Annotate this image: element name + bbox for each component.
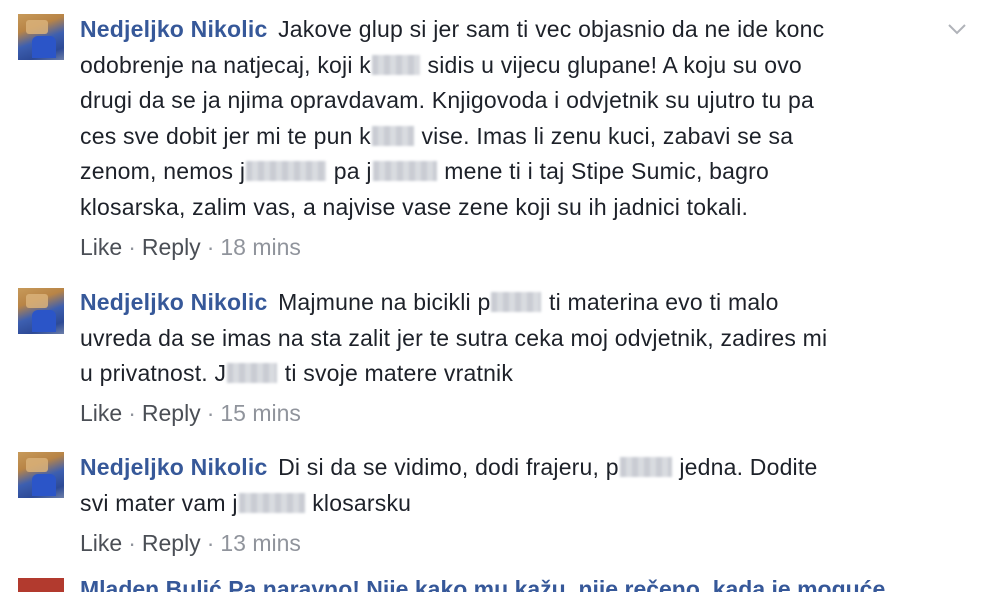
like-link[interactable]: Like xyxy=(80,400,122,426)
comment-timestamp[interactable]: 15 mins xyxy=(220,400,301,426)
comment-body: sidis u vijecu glupane! A koju su ovo xyxy=(427,51,802,78)
comment-body: ti svoje matere vratnik xyxy=(284,360,514,386)
redaction-blur xyxy=(491,292,542,312)
like-link[interactable]: Like xyxy=(80,530,122,556)
comment-timestamp[interactable]: 13 mins xyxy=(220,530,301,556)
avatar[interactable] xyxy=(18,288,64,334)
comment-body: u privatnost. J xyxy=(80,360,227,386)
comment-body: ti materina evo ti malo xyxy=(549,289,779,315)
comment-body: uvreda da se imas na sta zalit jer te su… xyxy=(80,324,828,351)
comment-body: zenom, nemos j xyxy=(80,158,246,184)
reply-link[interactable]: Reply xyxy=(142,400,201,426)
redaction-blur xyxy=(227,363,278,383)
redaction-blur xyxy=(246,161,327,181)
comment-actions: Like · Reply · 13 mins xyxy=(80,530,301,556)
reply-link[interactable]: Reply xyxy=(142,530,201,556)
comment-text: Nedjeljko Nikolic Majmune na bicikli p t… xyxy=(80,285,960,392)
avatar[interactable] xyxy=(18,14,64,60)
partial-comment: Mladen Bulić Pa naravno! Nije kako mu ka… xyxy=(0,574,1000,592)
redaction-blur xyxy=(371,125,414,146)
comment-body: Jakove glup si jer sam ti vec objasnio d… xyxy=(278,16,825,42)
comment-body: odobrenje na natjecaj, koji k xyxy=(80,51,371,78)
comment-author[interactable]: Nedjeljko Nikolic xyxy=(80,16,267,42)
comment-body: drugi da se ja njima opravdavam. Knjigov… xyxy=(80,87,815,113)
comment-body: jedna. Dodite xyxy=(679,454,818,480)
reply-link[interactable]: Reply xyxy=(142,234,201,260)
comment-body: vise. Imas li zenu kuci, zabavi se sa xyxy=(421,122,794,149)
redaction-blur xyxy=(619,457,672,477)
comment-text: Nedjeljko Nikolic Jakove glup si jer sam… xyxy=(80,12,960,225)
comment-timestamp[interactable]: 18 mins xyxy=(220,234,301,260)
redaction-blur xyxy=(372,161,437,181)
comment-text: Nedjeljko Nikolic Di si da se vidimo, do… xyxy=(80,450,960,521)
comment-body: Majmune na bicikli p xyxy=(278,289,491,315)
like-link[interactable]: Like xyxy=(80,234,122,260)
comment-body: ces sve dobit jer mi te pun k xyxy=(80,122,371,149)
comment-body: Di si da se vidimo, dodi frajeru, p xyxy=(278,454,619,480)
redaction-blur xyxy=(238,492,305,513)
partial-comment-text: Mladen Bulić Pa naravno! Nije kako mu ka… xyxy=(80,576,886,592)
comment-body: klosarsku xyxy=(312,489,412,516)
comment-actions: Like · Reply · 15 mins xyxy=(80,400,301,426)
comment-author[interactable]: Nedjeljko Nikolic xyxy=(80,454,267,480)
comment-body: pa j xyxy=(333,158,372,184)
comment-body: klosarska, zalim vas, a najvise vase zen… xyxy=(80,193,749,220)
avatar[interactable] xyxy=(18,452,64,498)
comment-actions: Like · Reply · 18 mins xyxy=(80,234,301,260)
redaction-blur xyxy=(371,54,420,75)
avatar[interactable] xyxy=(18,578,64,592)
comment-body: mene ti i taj Stipe Sumic, bagro xyxy=(444,158,769,184)
comment-body: svi mater vam j xyxy=(80,489,238,516)
comment-author[interactable]: Nedjeljko Nikolic xyxy=(80,289,267,315)
